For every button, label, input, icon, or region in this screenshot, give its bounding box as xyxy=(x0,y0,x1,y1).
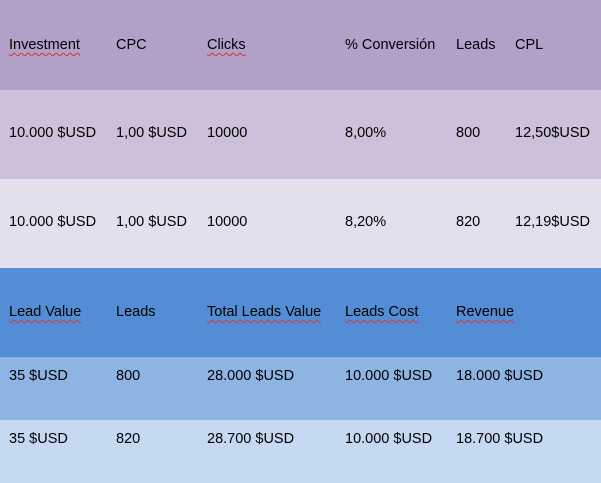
table-row: 10.000 $USD 1,00 $USD 10000 8,20% 820 12… xyxy=(0,179,601,268)
table1-cell-cpl[interactable]: 12,50$USD xyxy=(515,125,590,141)
table2-cell-revenue[interactable]: 18.000 $USD xyxy=(456,368,543,384)
table2-cell-total-leads-value[interactable]: 28.700 $USD xyxy=(207,431,294,447)
table1-header-leads[interactable]: Leads xyxy=(456,37,496,53)
table-row: 35 $USD 800 28.000 $USD 10.000 $USD 18.0… xyxy=(0,357,601,420)
table1-cell-investment[interactable]: 10.000 $USD xyxy=(9,125,96,141)
table2-cell-leads[interactable]: 800 xyxy=(116,368,140,384)
table2-cell-total-leads-value[interactable]: 28.000 $USD xyxy=(207,368,294,384)
table2-cell-lead-value[interactable]: 35 $USD xyxy=(9,368,68,384)
table1-cell-leads[interactable]: 820 xyxy=(456,214,480,230)
spreadsheet-page: Investment CPC Clicks % Conversión Leads… xyxy=(0,0,601,483)
table2-header-row: Lead Value Leads Total Leads Value Leads… xyxy=(0,268,601,357)
table1-cell-clicks[interactable]: 10000 xyxy=(207,125,247,141)
table1-header-investment[interactable]: Investment xyxy=(9,37,80,53)
table1-cell-leads[interactable]: 800 xyxy=(456,125,480,141)
table1-cell-investment[interactable]: 10.000 $USD xyxy=(9,214,96,230)
table-row: 35 $USD 820 28.700 $USD 10.000 $USD 18.7… xyxy=(0,420,601,483)
table-row: 10.000 $USD 1,00 $USD 10000 8,00% 800 12… xyxy=(0,90,601,179)
table1-cell-conversion[interactable]: 8,20% xyxy=(345,214,386,230)
table1-header-clicks[interactable]: Clicks xyxy=(207,37,246,53)
table2-cell-leads-cost[interactable]: 10.000 $USD xyxy=(345,431,432,447)
table2-header-leads-cost[interactable]: Leads Cost xyxy=(345,304,418,320)
table1-cell-cpc[interactable]: 1,00 $USD xyxy=(116,125,187,141)
table1-cell-cpc[interactable]: 1,00 $USD xyxy=(116,214,187,230)
table1-cell-clicks[interactable]: 10000 xyxy=(207,214,247,230)
table2-cell-lead-value[interactable]: 35 $USD xyxy=(9,431,68,447)
table2-cell-leads[interactable]: 820 xyxy=(116,431,140,447)
table1-cell-conversion[interactable]: 8,00% xyxy=(345,125,386,141)
table2-cell-leads-cost[interactable]: 10.000 $USD xyxy=(345,368,432,384)
table1-header-cpl[interactable]: CPL xyxy=(515,37,543,53)
table2-header-total-leads-value[interactable]: Total Leads Value xyxy=(207,304,321,320)
table2-header-lead-value[interactable]: Lead Value xyxy=(9,304,81,320)
table2-header-revenue[interactable]: Revenue xyxy=(456,304,514,320)
table1-header-row: Investment CPC Clicks % Conversión Leads… xyxy=(0,0,601,90)
table1-header-cpc[interactable]: CPC xyxy=(116,37,147,53)
table2-cell-revenue[interactable]: 18.700 $USD xyxy=(456,431,543,447)
table1-cell-cpl[interactable]: 12,19$USD xyxy=(515,214,590,230)
table2-header-leads[interactable]: Leads xyxy=(116,304,156,320)
table1-header-conversion[interactable]: % Conversión xyxy=(345,37,435,53)
